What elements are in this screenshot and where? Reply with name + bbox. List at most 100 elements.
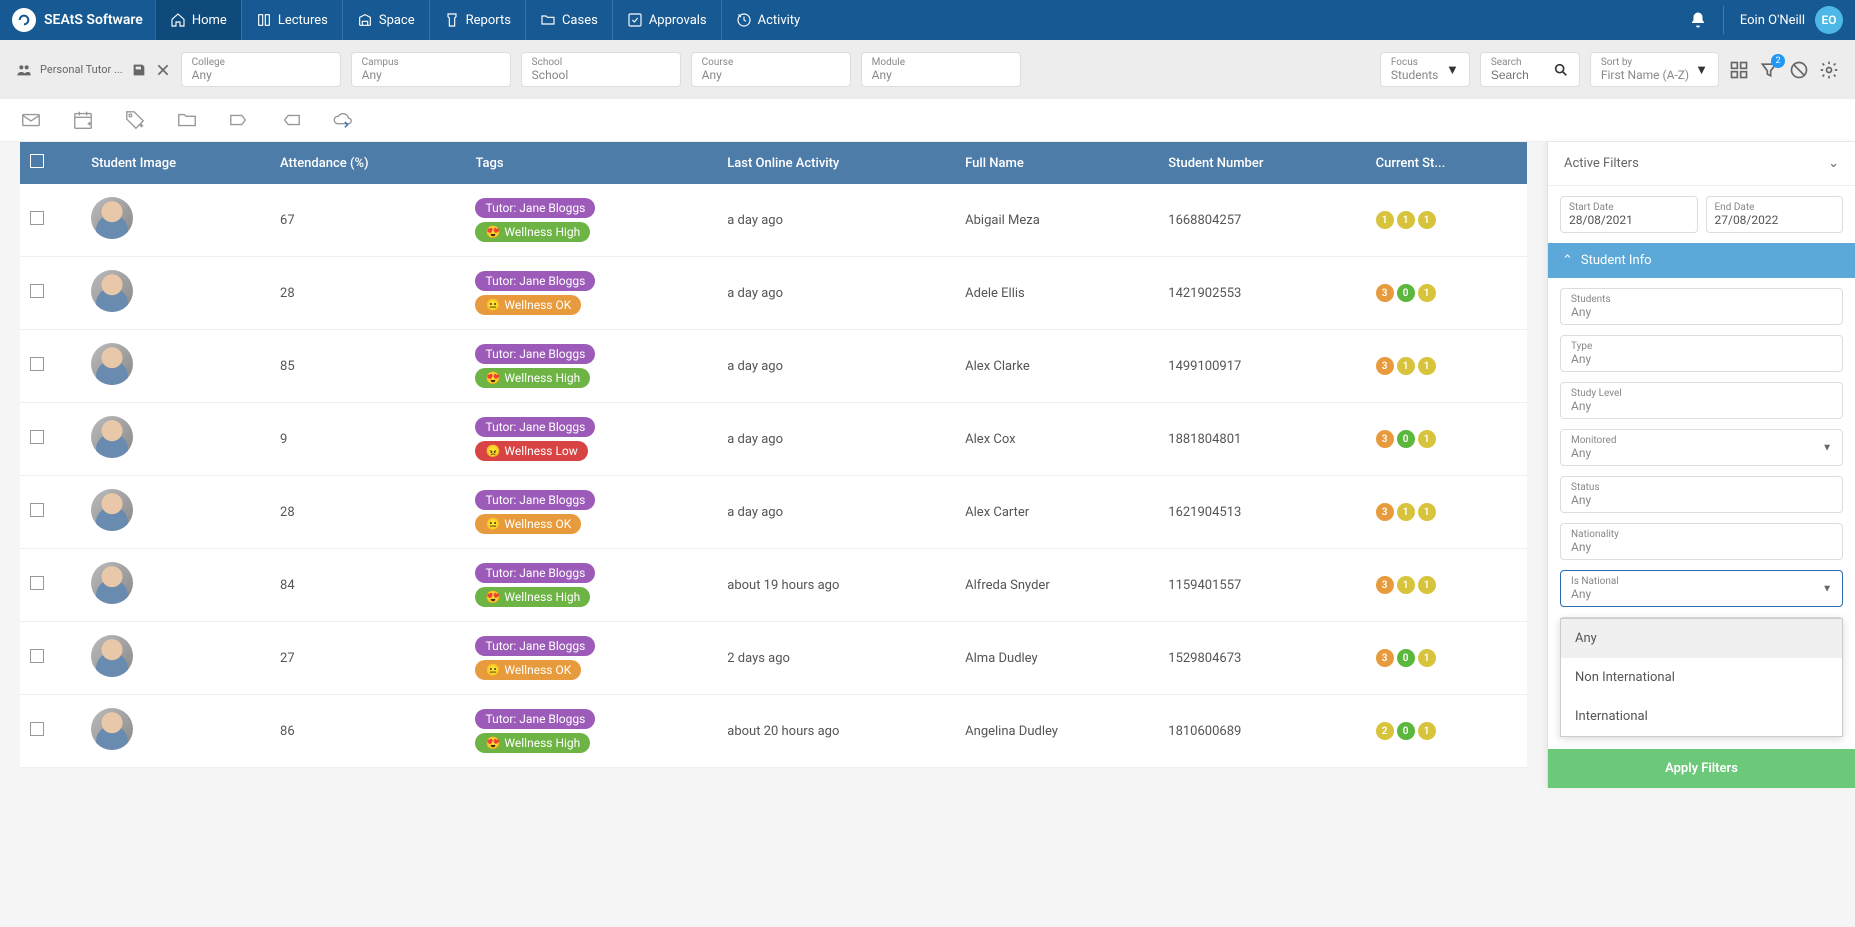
gear-icon[interactable] bbox=[1819, 60, 1839, 80]
col-2: Attendance (%) bbox=[270, 142, 465, 184]
end-date-field[interactable]: End Date27/08/2022 bbox=[1706, 196, 1844, 233]
search-field[interactable] bbox=[1491, 68, 1551, 82]
stage-dot: 1 bbox=[1397, 211, 1415, 229]
close-icon[interactable] bbox=[155, 62, 171, 78]
table-row[interactable]: 67Tutor: Jane Bloggs😍Wellness Higha day … bbox=[20, 184, 1527, 257]
full-name: Adele Ellis bbox=[955, 257, 1158, 330]
filter-field-nationality[interactable]: NationalityAny bbox=[1560, 523, 1843, 560]
nav-space[interactable]: Space bbox=[342, 0, 429, 40]
filter-field-study-level[interactable]: Study LevelAny bbox=[1560, 382, 1843, 419]
filter-school[interactable]: SchoolSchool bbox=[521, 52, 681, 87]
lectures-icon bbox=[256, 12, 272, 28]
row-checkbox[interactable] bbox=[30, 503, 44, 517]
attendance-value: 85 bbox=[270, 330, 465, 403]
user-block[interactable]: Eoin O'Neill EO bbox=[1723, 6, 1843, 34]
last-activity: a day ago bbox=[717, 257, 955, 330]
filter-toggle-icon[interactable]: 2 bbox=[1759, 60, 1779, 80]
select-all-checkbox[interactable] bbox=[30, 154, 44, 168]
filter-field-monitored[interactable]: MonitoredAny▼ bbox=[1560, 429, 1843, 466]
left-tools: Personal Tutor ... bbox=[16, 62, 171, 78]
chevron-down-icon: ▼ bbox=[1822, 442, 1832, 453]
nav-home[interactable]: Home bbox=[155, 0, 241, 40]
apply-filters-button[interactable]: Apply Filters bbox=[1548, 749, 1855, 788]
tag-add-icon[interactable] bbox=[124, 109, 146, 131]
sidebar-body: StudentsAny TypeAny Study LevelAny Monitore… bbox=[1548, 278, 1855, 749]
filter-field-status[interactable]: StatusAny bbox=[1560, 476, 1843, 513]
student-number: 1621904513 bbox=[1158, 476, 1365, 549]
stage-dot: 1 bbox=[1418, 722, 1436, 740]
section-student-info[interactable]: ⌃ Student Info bbox=[1548, 243, 1855, 278]
row-checkbox[interactable] bbox=[30, 357, 44, 371]
table-row[interactable]: 27Tutor: Jane Bloggs😐Wellness OK2 days a… bbox=[20, 622, 1527, 695]
full-name: Alma Dudley bbox=[955, 622, 1158, 695]
col-6: Student Number bbox=[1158, 142, 1365, 184]
stage-dot: 2 bbox=[1376, 722, 1394, 740]
row-checkbox[interactable] bbox=[30, 649, 44, 663]
student-avatar bbox=[91, 197, 133, 239]
nav-lectures[interactable]: Lectures bbox=[241, 0, 342, 40]
save-icon[interactable] bbox=[131, 62, 147, 78]
logo-icon bbox=[12, 8, 36, 32]
table-wrap: Student ImageAttendance (%)TagsLast Onli… bbox=[0, 142, 1547, 788]
stage-dot: 3 bbox=[1376, 503, 1394, 521]
row-checkbox[interactable] bbox=[30, 211, 44, 225]
table-row[interactable]: 28Tutor: Jane Bloggs😐Wellness OKa day ag… bbox=[20, 476, 1527, 549]
filter-college[interactable]: CollegeAny bbox=[181, 52, 341, 87]
table-row[interactable]: 9Tutor: Jane Bloggs😠Wellness Lowa day ag… bbox=[20, 403, 1527, 476]
personal-tutor-label: Personal Tutor ... bbox=[40, 63, 123, 76]
student-avatar bbox=[91, 343, 133, 385]
dropdown-option[interactable]: International bbox=[1561, 697, 1842, 736]
nav-activity[interactable]: Activity bbox=[721, 0, 815, 40]
mail-icon[interactable] bbox=[20, 109, 42, 131]
block-icon[interactable] bbox=[1789, 60, 1809, 80]
filter-focus[interactable]: FocusStudents▼ bbox=[1380, 52, 1470, 87]
label-alt-icon[interactable] bbox=[280, 109, 302, 131]
last-activity: about 19 hours ago bbox=[717, 549, 955, 622]
grid-icon[interactable] bbox=[1729, 60, 1749, 80]
table-row[interactable]: 28Tutor: Jane Bloggs😐Wellness OKa day ag… bbox=[20, 257, 1527, 330]
table-row[interactable]: 86Tutor: Jane Bloggs😍Wellness Highabout … bbox=[20, 695, 1527, 768]
filter-course[interactable]: CourseAny bbox=[691, 52, 851, 87]
wellness-tag: 😍Wellness High bbox=[475, 222, 590, 242]
notifications-icon[interactable] bbox=[1689, 11, 1707, 29]
filter-field-students[interactable]: StudentsAny bbox=[1560, 288, 1843, 325]
label-icon[interactable] bbox=[228, 109, 250, 131]
sidebar-title: Active Filters bbox=[1564, 156, 1639, 171]
dropdown-option[interactable]: Any bbox=[1561, 619, 1842, 658]
filter-module[interactable]: ModuleAny bbox=[861, 52, 1021, 87]
row-checkbox[interactable] bbox=[30, 722, 44, 736]
filter-campus[interactable]: CampusAny bbox=[351, 52, 511, 87]
attendance-value: 9 bbox=[270, 403, 465, 476]
attendance-value: 27 bbox=[270, 622, 465, 695]
start-date-field[interactable]: Start Date28/08/2021 bbox=[1560, 196, 1698, 233]
sidebar-header[interactable]: Active Filters ⌄ bbox=[1548, 142, 1855, 186]
nav-approvals[interactable]: Approvals bbox=[612, 0, 721, 40]
wellness-tag: 😍Wellness High bbox=[475, 733, 590, 753]
nav-cases[interactable]: Cases bbox=[525, 0, 612, 40]
filter-field-is-national[interactable]: Is NationalAny▼ bbox=[1560, 570, 1843, 607]
calendar-add-icon[interactable] bbox=[72, 109, 94, 131]
row-checkbox[interactable] bbox=[30, 284, 44, 298]
table-row[interactable]: 84Tutor: Jane Bloggs😍Wellness Highabout … bbox=[20, 549, 1527, 622]
full-name: Alex Cox bbox=[955, 403, 1158, 476]
stage-dot: 3 bbox=[1376, 576, 1394, 594]
table-row[interactable]: 85Tutor: Jane Bloggs😍Wellness Higha day … bbox=[20, 330, 1527, 403]
cloud-sync-icon[interactable] bbox=[332, 109, 354, 131]
stage-dot: 3 bbox=[1376, 357, 1394, 375]
row-checkbox[interactable] bbox=[30, 430, 44, 444]
student-number: 1668804257 bbox=[1158, 184, 1365, 257]
folder-icon[interactable] bbox=[176, 109, 198, 131]
last-activity: 2 days ago bbox=[717, 622, 955, 695]
nav-reports[interactable]: Reports bbox=[429, 0, 525, 40]
filter-field-type[interactable]: TypeAny bbox=[1560, 335, 1843, 372]
student-number: 1810600689 bbox=[1158, 695, 1365, 768]
row-checkbox[interactable] bbox=[30, 576, 44, 590]
search-input[interactable]: Search bbox=[1480, 52, 1580, 87]
col-7: Current St... bbox=[1366, 142, 1527, 184]
col-5: Full Name bbox=[955, 142, 1158, 184]
stage-dots: 301 bbox=[1376, 430, 1517, 448]
stage-dot: 0 bbox=[1397, 649, 1415, 667]
filter-sort[interactable]: Sort byFirst Name (A-Z)▼ bbox=[1590, 52, 1719, 87]
chevron-down-icon: ▼ bbox=[1822, 583, 1832, 594]
dropdown-option[interactable]: Non International bbox=[1561, 658, 1842, 697]
